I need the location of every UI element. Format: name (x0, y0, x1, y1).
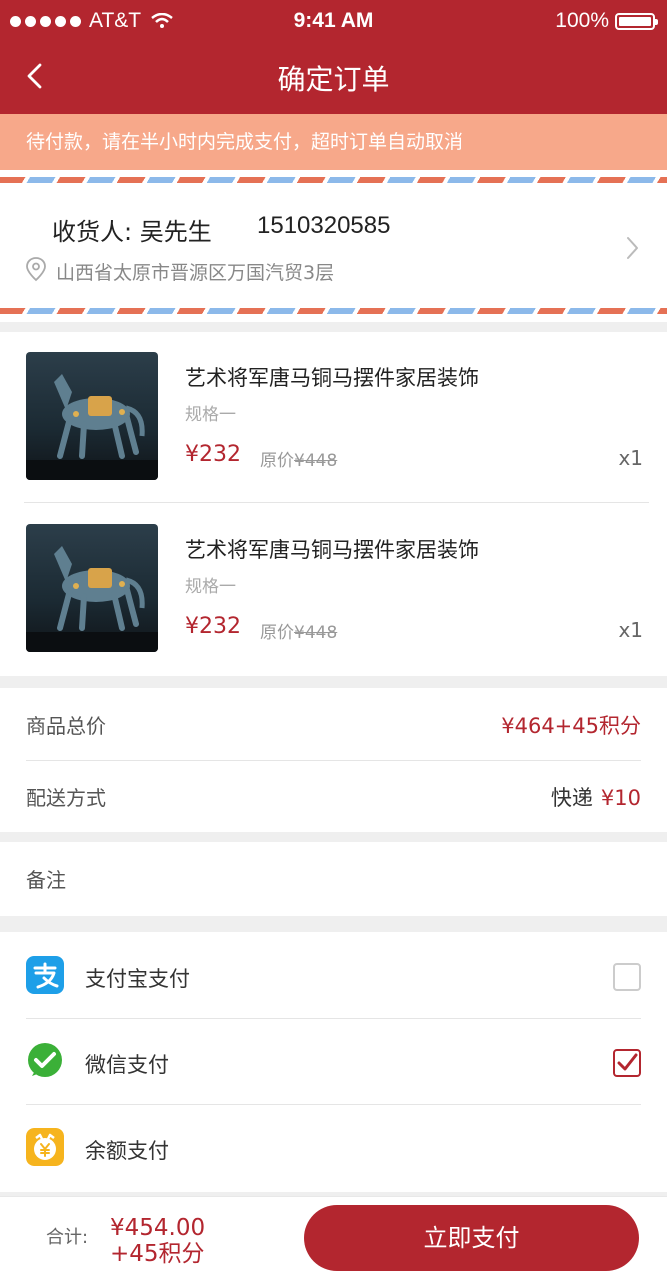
checkout-bar: 合计: ¥454.00 +45积分 立即支付 (0, 1196, 667, 1281)
address-detail: 山西省太原市晋源区万国汽贸3层 (56, 262, 335, 284)
shipping-row[interactable]: 配送方式 快递 ¥10 (0, 760, 667, 832)
product-name: 艺术将军唐马铜马摆件家居装饰 (185, 538, 479, 562)
product-image (26, 352, 158, 480)
envelope-stripe-top (0, 177, 667, 183)
checkmark-icon (617, 1053, 638, 1071)
chevron-right-icon[interactable] (622, 234, 642, 262)
remark-field[interactable]: 备注 (0, 842, 667, 916)
pay-now-button[interactable]: 立即支付 (304, 1205, 639, 1271)
wechat-icon (28, 1043, 62, 1077)
goods-total-row: 商品总价 ¥464+45积分 (0, 688, 667, 761)
product-original-price: 原价¥448 (260, 446, 337, 471)
list-item[interactable]: 艺术将军唐马铜马摆件家居装饰 规格一 ¥232 原价¥448 x1 (0, 504, 667, 676)
product-quantity: x1 (618, 446, 643, 470)
shipping-fee: ¥10 (600, 786, 641, 810)
recipient-phone: 1510320585 (257, 212, 391, 239)
payment-notice: 待付款，请在半小时内完成支付，超时订单自动取消 (0, 114, 667, 170)
payment-methods: 支付宝支付 微信支付 余额支付 (0, 932, 667, 1192)
shipping-value: 快递 ¥10 (551, 782, 641, 812)
battery-percent: 100% (555, 9, 609, 32)
alipay-icon (26, 956, 64, 994)
shipping-method: 快递 (550, 786, 593, 810)
product-spec: 规格一 (185, 577, 236, 597)
product-original-price: 原价¥448 (260, 618, 337, 643)
envelope-stripe-bottom (0, 308, 667, 314)
payment-label: 支付宝支付 (85, 967, 190, 991)
address-card[interactable]: 收货人: 吴先生 1510320585 山西省太原市晋源区万国汽贸3层 (0, 170, 667, 322)
payment-label: 余额支付 (85, 1139, 169, 1163)
payment-option-balance[interactable]: 余额支付 (0, 1104, 667, 1190)
goods-total-value: ¥464+45积分 (501, 714, 641, 738)
product-name: 艺术将军唐马铜马摆件家居装饰 (185, 366, 479, 390)
recipient-name: 收货人: 吴先生 (52, 218, 212, 246)
total-label: 合计: (46, 1227, 89, 1248)
product-price: ¥232 (185, 442, 241, 467)
original-price-value: ¥448 (294, 451, 338, 471)
total-amount: ¥454.00 (110, 1215, 206, 1241)
product-quantity: x1 (618, 618, 643, 642)
remark-label: 备注 (26, 868, 66, 892)
shipping-label: 配送方式 (26, 786, 106, 810)
divider (24, 502, 649, 503)
original-price-label: 原价 (260, 623, 294, 643)
product-list: 艺术将军唐马铜马摆件家居装饰 规格一 ¥232 原价¥448 x1 艺术将军唐马… (0, 332, 667, 676)
payment-option-wechat[interactable]: 微信支付 (0, 1018, 667, 1105)
total-points: +45积分 (110, 1241, 205, 1267)
nav-bar: 确定订单 (0, 42, 667, 114)
battery-icon (615, 12, 658, 30)
original-price-label: 原价 (260, 451, 294, 471)
total-value: ¥454.00 +45积分 (110, 1215, 205, 1267)
list-item[interactable]: 艺术将军唐马铜马摆件家居装饰 规格一 ¥232 原价¥448 x1 (0, 332, 667, 504)
product-price: ¥232 (185, 614, 241, 639)
goods-total-label: 商品总价 (26, 714, 106, 738)
location-pin-icon (26, 257, 46, 282)
order-summary: 商品总价 ¥464+45积分 配送方式 快递 ¥10 (0, 688, 667, 832)
status-bar-right: 100% (555, 9, 658, 33)
product-spec: 规格一 (185, 405, 236, 425)
status-bar: AT&T 9:41 AM 100% (0, 0, 667, 42)
payment-label: 微信支付 (85, 1053, 169, 1077)
wallet-icon (26, 1128, 64, 1166)
page-title: 确定订单 (277, 63, 390, 96)
product-image (26, 524, 158, 652)
checkbox[interactable] (613, 963, 641, 991)
original-price-value: ¥448 (294, 623, 338, 643)
payment-option-alipay[interactable]: 支付宝支付 (0, 932, 667, 1019)
checkbox-checked[interactable] (613, 1049, 641, 1077)
